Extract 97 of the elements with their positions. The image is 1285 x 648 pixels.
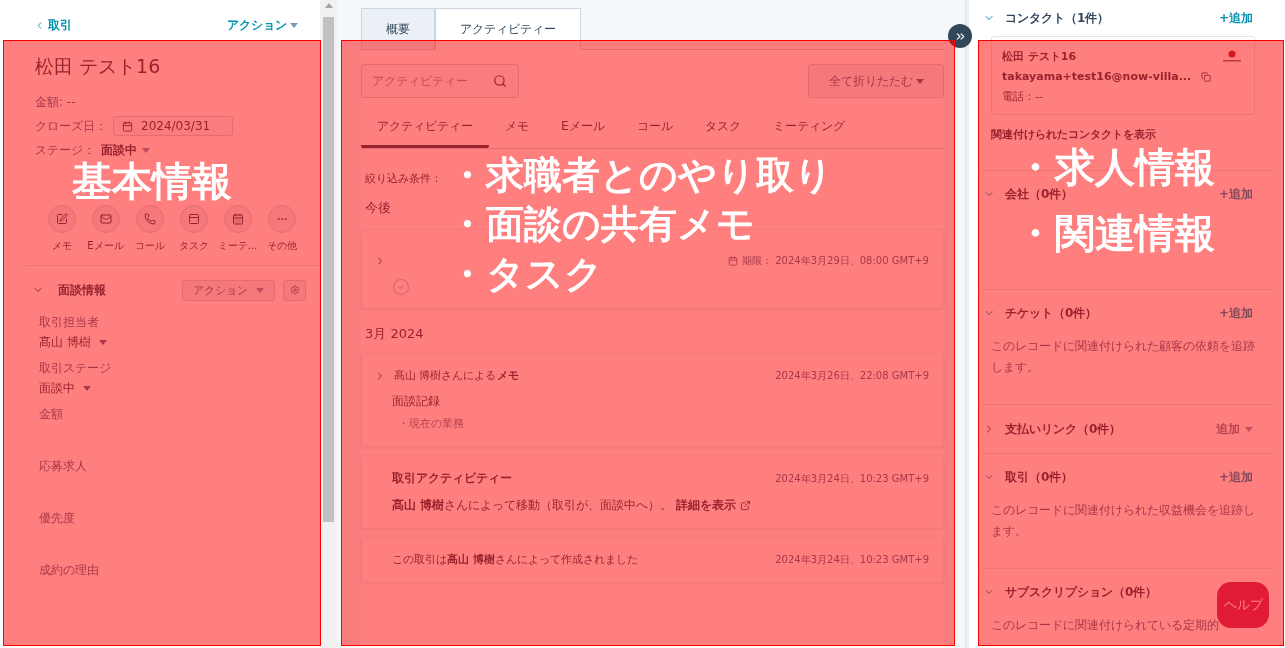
view-contacts-link[interactable]: 関連付けられたコンタクトを表示 — [983, 115, 1273, 142]
field-text: 金額: -- — [35, 93, 76, 111]
add-link[interactable]: +追加 — [1218, 468, 1253, 486]
filter-tab[interactable]: Eメール — [545, 110, 621, 148]
add-link[interactable]: +追加 — [1218, 304, 1253, 322]
search-icon — [493, 74, 507, 88]
quick-action-label: コール — [134, 239, 165, 253]
calendar-icon — [231, 213, 244, 225]
note-icon — [55, 213, 68, 225]
caret-icon — [1245, 426, 1253, 432]
property-label: 成約の理由 — [39, 562, 100, 579]
collapse-all-button[interactable]: 全て折りたたむ — [808, 64, 944, 98]
contact-name[interactable]: 松田 テスト16 — [1002, 49, 1220, 64]
property-label: 取引担当者 — [39, 314, 100, 331]
tab[interactable]: アクティビティー — [435, 8, 581, 50]
filter-label: 絞り込み条件： — [365, 172, 442, 185]
contact-email: takayama+test16@now-villa... — [1002, 70, 1220, 83]
filter-tab[interactable]: ミーティング — [756, 110, 861, 148]
settings-button[interactable] — [283, 279, 306, 301]
external-link-icon — [740, 500, 752, 511]
group-heading: 今後 — [365, 200, 391, 215]
activity-title: 取引アクティビティー — [392, 470, 512, 487]
quick-action-button[interactable] — [47, 205, 76, 233]
filter-tab[interactable]: メモ — [489, 110, 545, 148]
quick-action-label: その他 — [266, 239, 297, 253]
quick-action-button[interactable] — [179, 205, 208, 233]
note-preview: ・現在の業務 — [397, 416, 465, 431]
details-link[interactable]: 詳細を表示 — [676, 497, 737, 514]
card-description: このレコードに関連付けられた収益機会を追跡します。 — [990, 502, 1256, 540]
due-date: 期限： 2024年3月29日、08:00 GMT+9 — [728, 254, 929, 268]
activity-text: 髙山 博樹さんによって移動（取引が、面談中へ）。 — [392, 497, 673, 514]
card-title: チケット（0件） — [1005, 304, 1098, 322]
activity-title: 髙山 博樹さんによるメモ — [394, 368, 519, 383]
window-icon — [187, 213, 200, 225]
activity-date: 2024年3月24日、10:23 GMT+9 — [775, 552, 929, 567]
property-label: 金額 — [39, 406, 64, 423]
field-label: ステージ： — [35, 141, 95, 159]
property-label: 応募求人 — [39, 458, 88, 475]
stage-dropdown[interactable]: 面談中 — [101, 141, 150, 159]
field-label: クローズ日： — [35, 117, 107, 135]
property-dropdown[interactable]: 髙山 博樹 — [39, 334, 320, 351]
annotation-label: ・求職者とのやり取り — [448, 152, 833, 199]
calendar-icon — [122, 120, 133, 132]
annotation-label: ・面談の共有メモ — [448, 201, 755, 249]
scrollbar[interactable] — [320, 0, 337, 648]
note-text: 面談記録 — [391, 393, 441, 410]
date-field[interactable]: 2024/03/31 — [113, 116, 233, 136]
card-title: 支払いリンク（0件） — [1005, 420, 1122, 438]
group-heading: 3月 2024 — [365, 326, 424, 341]
caret-icon — [142, 147, 150, 153]
property-dropdown[interactable]: 面談中 — [39, 380, 320, 397]
filter-tab[interactable]: タスク — [688, 110, 757, 148]
copy-icon[interactable] — [1201, 71, 1212, 82]
annotation-label: ・タスク — [448, 250, 603, 298]
activity-text: この取引は髙山 博樹さんによって作成されました — [392, 552, 638, 567]
back-link[interactable]: 取引 — [34, 16, 72, 34]
company-logo-icon — [1220, 49, 1244, 63]
actions-menu[interactable]: アクション — [227, 16, 298, 34]
quick-action-button[interactable] — [91, 205, 120, 233]
property-label: 取引ステージ — [39, 360, 112, 377]
caret-icon — [98, 340, 107, 345]
caret-icon — [83, 386, 91, 391]
card-description: このレコードに関連付けられた顧客の依頼を追跡します。 — [990, 338, 1256, 376]
calendar-icon — [728, 256, 739, 266]
quick-action-label: Eメール — [87, 239, 124, 253]
card-title: サブスクリプション（0件） — [1005, 583, 1158, 601]
record-name: 松田 テスト16 — [34, 54, 162, 79]
filter-tab[interactable]: コール — [620, 110, 689, 148]
activity-date: 2024年3月24日、10:23 GMT+9 — [775, 471, 929, 486]
quick-action-button[interactable] — [223, 205, 252, 233]
quick-action-label: メモ — [51, 239, 72, 253]
card-title: 会社（0件） — [1005, 186, 1074, 203]
gear-icon — [289, 285, 300, 295]
check-circle-icon[interactable] — [392, 278, 410, 296]
tab[interactable]: 概要 — [361, 8, 435, 50]
activity-date: 2024年3月26日、22:08 GMT+9 — [775, 368, 929, 383]
phone-icon — [143, 213, 156, 225]
help-button[interactable]: ヘルプ — [1217, 582, 1269, 628]
caret-icon — [256, 287, 264, 293]
annotation-label: 基本情報 — [72, 158, 232, 204]
filter-tab[interactable]: アクティビティー — [361, 110, 489, 148]
quick-action-label: タスク — [178, 239, 209, 253]
card-title: 取引（0件） — [1005, 468, 1074, 486]
quick-action-button[interactable] — [135, 205, 164, 233]
quick-action-label: ミーテ... — [217, 239, 258, 253]
scroll-up-icon[interactable] — [324, 3, 333, 8]
add-link[interactable]: +追加 — [1218, 9, 1253, 27]
mail-icon — [99, 213, 112, 225]
add-link[interactable]: +追加 — [1218, 185, 1253, 203]
property-label: 優先度 — [39, 510, 76, 527]
caret-icon — [290, 22, 298, 28]
card-description: このレコードに関連付けられている定期的 — [990, 617, 1220, 634]
card-title: コンタクト（1件） — [1005, 9, 1110, 27]
section-title: 面談情報 — [58, 281, 107, 299]
contact-phone: 電話：-- — [1002, 89, 1044, 104]
annotation-label: ・関連情報 — [1015, 210, 1215, 256]
caret-icon — [915, 78, 924, 84]
